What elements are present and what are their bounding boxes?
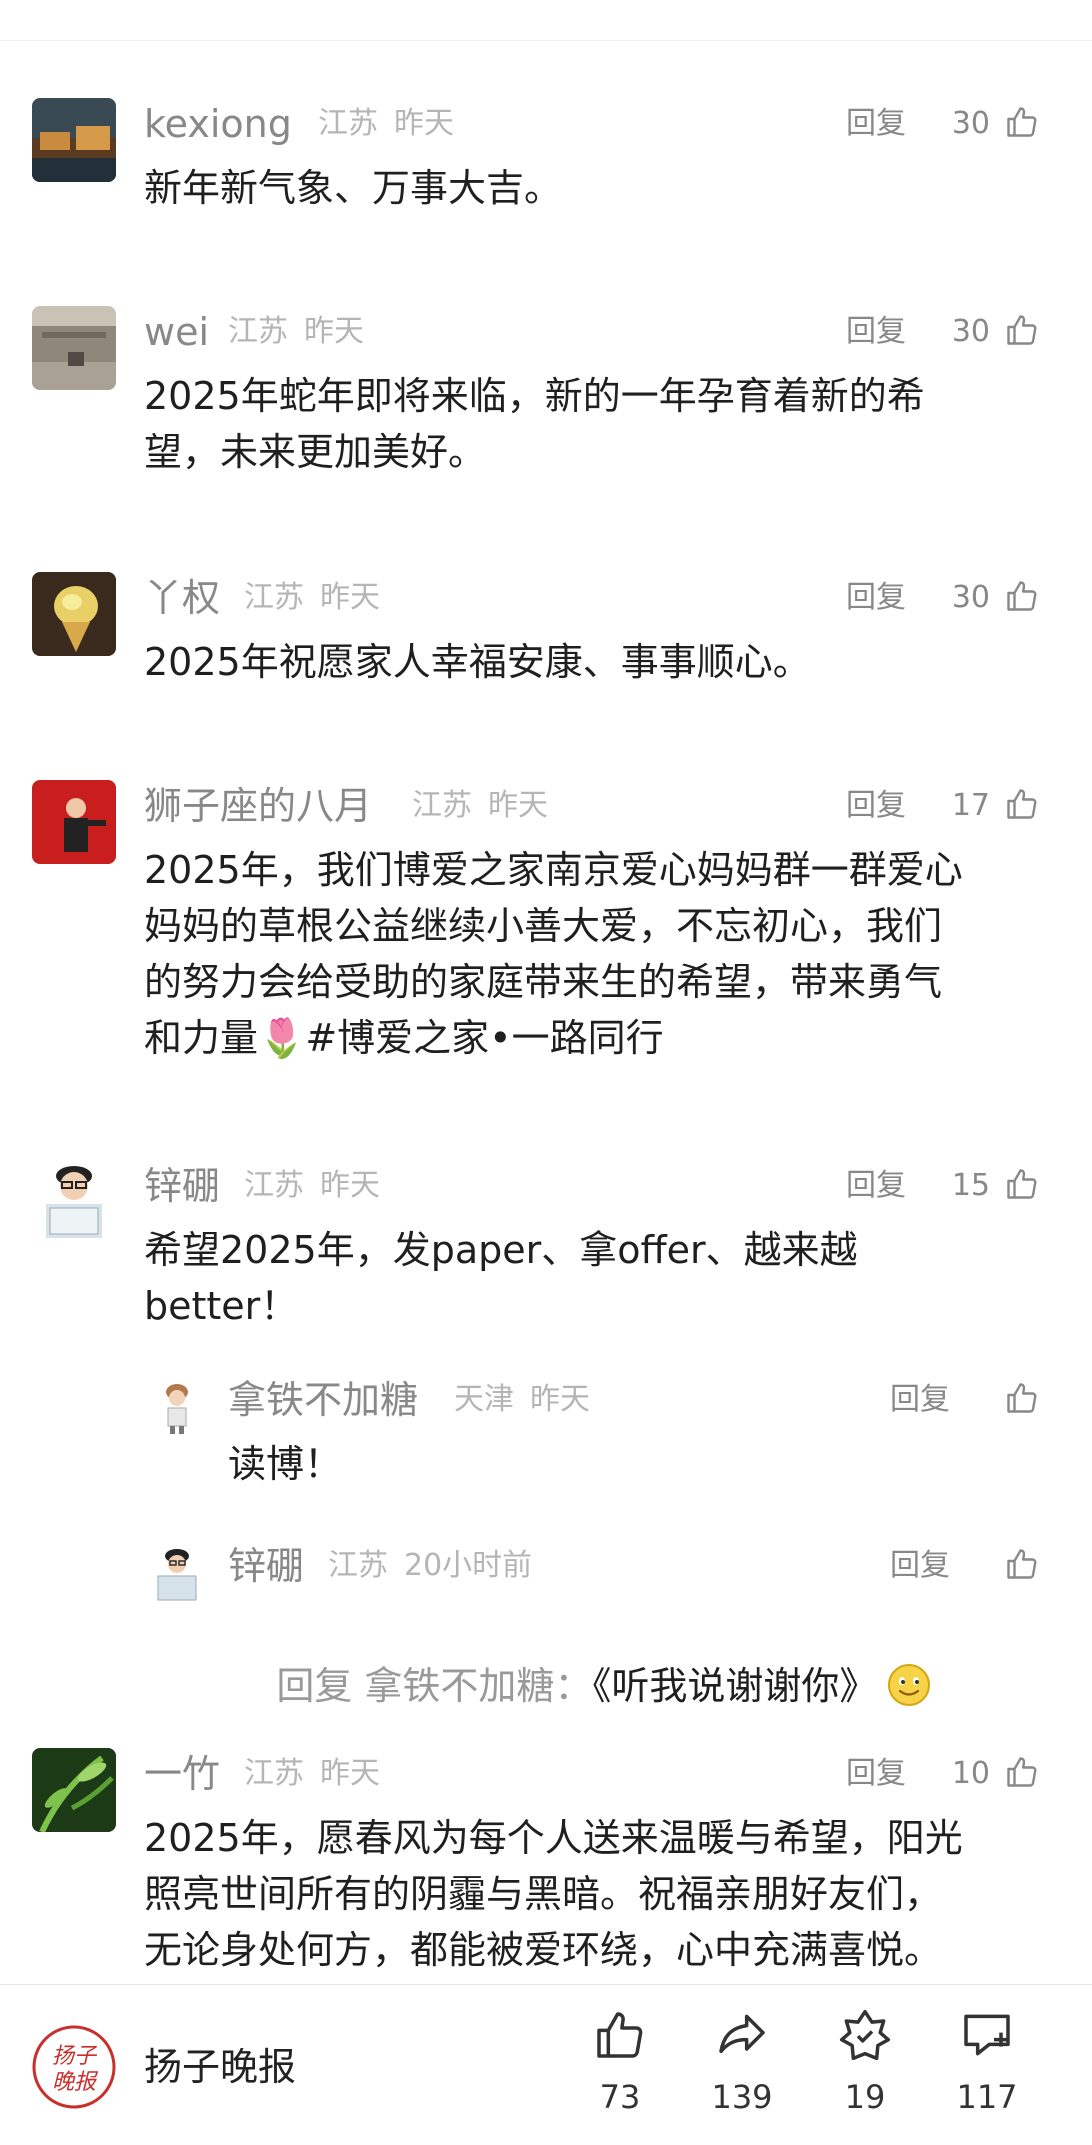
thumbs-up-icon[interactable] (1004, 1546, 1040, 1582)
location: 江苏 (318, 106, 378, 141)
avatar[interactable] (32, 306, 116, 390)
thumbs-up-icon (597, 2012, 643, 2058)
svg-text:扬子: 扬子 (52, 2044, 98, 2069)
reply-text: 读博！ (228, 1442, 343, 1486)
location: 江苏 (412, 788, 472, 823)
reply-button[interactable]: 回复 (890, 1378, 950, 1422)
thumbs-up-icon[interactable] (1004, 104, 1040, 140)
comment-meta: 江苏 20小时前 (328, 1544, 532, 1588)
comment-meta: 江苏 昨天 (244, 1164, 380, 1208)
timestamp: 昨天 (320, 580, 380, 615)
top-divider (0, 40, 1092, 41)
like-count: 17 (951, 788, 990, 823)
timestamp: 昨天 (394, 106, 454, 141)
avatar[interactable] (32, 572, 116, 656)
comment-add-icon (964, 2014, 1010, 2056)
reply-body: 《听我说谢谢你》 (592, 1664, 878, 1708)
avatar[interactable] (32, 1748, 116, 1832)
like-count: 30 (951, 106, 990, 141)
location: 江苏 (244, 1756, 304, 1791)
thumbs-up-icon[interactable] (1004, 1380, 1040, 1416)
username[interactable]: 锌硼 (228, 1544, 304, 1588)
share-arrow-icon (719, 2014, 765, 2054)
username[interactable]: 锌硼 (144, 1164, 220, 1208)
thumbs-up-icon[interactable] (1004, 786, 1040, 822)
share-button[interactable]: 139 (687, 2007, 797, 2117)
like-count: 15 (951, 1168, 990, 1203)
comment-meta: 江苏 昨天 (244, 1752, 380, 1796)
location: 江苏 (244, 580, 304, 615)
comment-text: 新年新气象、万事大吉。 (144, 166, 563, 210)
publisher-name[interactable]: 扬子晚报 (144, 2043, 296, 2091)
star-badge-icon (839, 2009, 891, 2061)
timestamp: 昨天 (320, 1756, 380, 1791)
location: 江苏 (228, 314, 288, 349)
thumbs-up-icon[interactable] (1004, 1166, 1040, 1202)
reply-button[interactable]: 回复 (846, 576, 906, 620)
timestamp: 昨天 (488, 788, 548, 823)
comment-text: 2025年祝愿家人幸福安康、事事顺心。 (144, 640, 811, 684)
comment-meta: 江苏 昨天 (228, 310, 364, 354)
like-count: 10 (951, 1756, 990, 1791)
comment-text: 2025年，我们博爱之家南京爱心妈妈群一群爱心 妈妈的草根公益继续小善大爱，不忘… (144, 842, 1064, 1066)
reply-button[interactable]: 回复 (890, 1544, 950, 1588)
location: 江苏 (244, 1168, 304, 1203)
like-count: 30 (951, 580, 990, 615)
username[interactable]: wei (144, 310, 209, 354)
location: 天津 (454, 1382, 514, 1417)
comment-text-part: #博爱之家•一路同行 (305, 1016, 664, 1060)
timestamp: 20小时前 (404, 1548, 533, 1583)
username[interactable]: 丫权 (144, 576, 220, 620)
reply-button[interactable]: 回复 (846, 784, 906, 828)
comment-text: 2025年蛇年即将来临，新的一年孕育着新的希 望，未来更加美好。 (144, 374, 925, 474)
timestamp: 昨天 (530, 1382, 590, 1417)
collect-button[interactable]: 19 (810, 2007, 920, 2117)
comment-meta: 江苏 昨天 (244, 576, 380, 620)
bottom-action-bar: 扬子 晚报 扬子晚报 73 139 19 117 (0, 1984, 1092, 2145)
comment-text: 希望2025年，发paper、拿offer、越来越 better！ (144, 1228, 858, 1328)
comment-meta: 江苏 昨天 (412, 784, 548, 828)
share-count: 139 (711, 2078, 773, 2116)
like-count: 73 (599, 2078, 641, 2116)
reply-text: 回复 拿铁不加糖：《听我说谢谢你》 (228, 1602, 1048, 1770)
username[interactable]: 一竹 (144, 1752, 220, 1796)
avatar[interactable] (32, 780, 116, 864)
avatar[interactable] (32, 1160, 116, 1244)
thumbs-up-icon[interactable] (1004, 312, 1040, 348)
timestamp: 昨天 (320, 1168, 380, 1203)
smiley-emoji-icon (887, 1663, 931, 1707)
comment-meta: 天津 昨天 (454, 1378, 590, 1422)
comment-count: 117 (956, 2078, 1018, 2116)
like-count: 30 (951, 314, 990, 349)
thumbs-up-icon[interactable] (1004, 1754, 1040, 1790)
username[interactable]: 狮子座的八月 (144, 784, 372, 828)
comment-text: 2025年，愿春风为每个人送来温暖与希望，阳光 照亮世间所有的阴霾与黑暗。祝福亲… (144, 1816, 963, 1972)
reply-button[interactable]: 回复 (846, 1164, 906, 1208)
username[interactable]: 拿铁不加糖 (228, 1378, 418, 1422)
thumbs-up-icon[interactable] (1004, 578, 1040, 614)
reply-to-prefix: 回复 拿铁不加糖： (276, 1664, 593, 1708)
comment-meta: 江苏 昨天 (318, 102, 454, 146)
username[interactable]: kexiong (144, 102, 292, 146)
collect-count: 19 (844, 2078, 886, 2116)
avatar[interactable] (152, 1546, 202, 1602)
comment-button[interactable]: 117 (932, 2007, 1042, 2117)
reply-button[interactable]: 回复 (846, 102, 906, 146)
tulip-emoji: 🌷 (258, 1016, 306, 1060)
avatar[interactable] (32, 98, 116, 182)
like-button[interactable]: 73 (565, 2007, 675, 2117)
timestamp: 昨天 (304, 314, 364, 349)
avatar[interactable] (152, 1380, 202, 1436)
svg-text:晚报: 晚报 (52, 2070, 99, 2095)
reply-button[interactable]: 回复 (846, 310, 906, 354)
location: 江苏 (328, 1548, 388, 1583)
reply-button[interactable]: 回复 (846, 1752, 906, 1796)
brand-logo-icon[interactable]: 扬子 晚报 (32, 2025, 116, 2109)
